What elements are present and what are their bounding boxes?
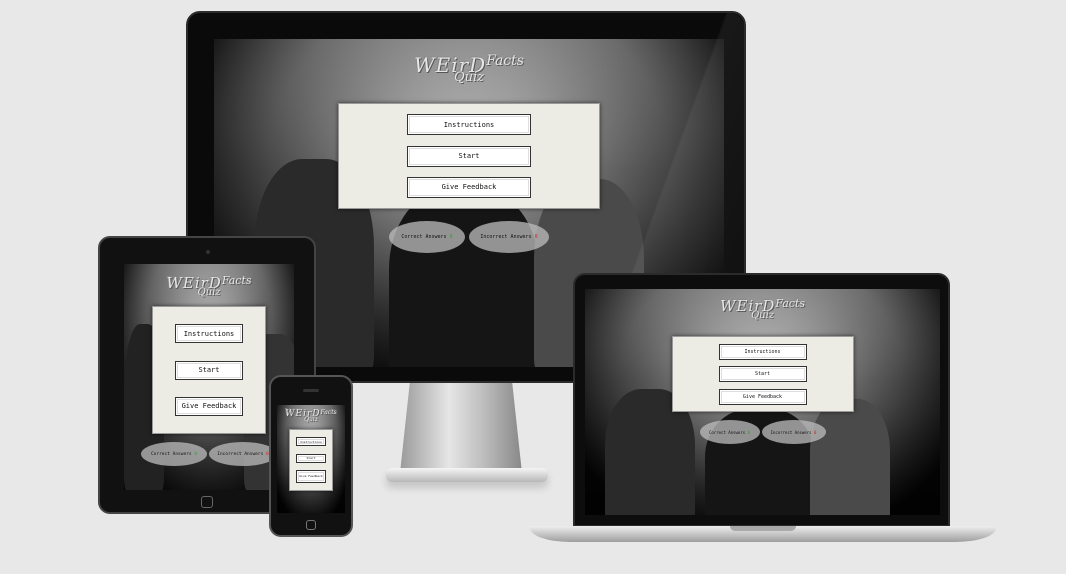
menu-panel: Instructions Start Give Feedback [289, 429, 333, 491]
monitor-stand [400, 383, 522, 473]
start-button[interactable]: Start [175, 360, 243, 380]
camera-icon [206, 250, 210, 254]
phone-screen: WEirDFacts Quiz Instructions Start Give … [277, 405, 345, 513]
give-feedback-button[interactable]: Give Feedback [296, 469, 326, 483]
incorrect-answers-badge: Incorrect Answers 0 [209, 442, 277, 466]
incorrect-answers-badge: Incorrect Answers 0 [761, 420, 826, 444]
correct-answers-badge: Correct Answers 0 [389, 221, 465, 253]
give-feedback-button[interactable]: Give Feedback [175, 396, 243, 416]
instructions-button[interactable]: Instructions [175, 324, 243, 344]
home-button-icon [201, 496, 213, 508]
score-row: Correct Answers 0 Incorrect Answers 0 [699, 420, 826, 444]
start-button[interactable]: Start [407, 145, 531, 167]
score-row: Correct Answers 0 Incorrect Answers 0 [389, 221, 549, 253]
instructions-button[interactable]: Instructions [407, 114, 531, 136]
correct-answers-badge: Correct Answers 0 [699, 420, 760, 444]
give-feedback-button[interactable]: Give Feedback [407, 176, 531, 198]
quiz-logo: WEirDFacts Quiz [414, 53, 524, 85]
menu-panel: Instructions Start Give Feedback [152, 306, 266, 434]
background-figure [810, 399, 890, 515]
laptop-screen: WEirDFacts Quiz Instructions Start Give … [585, 289, 940, 515]
quiz-logo: WEirDFacts Quiz [285, 409, 337, 423]
start-button[interactable]: Start [296, 453, 326, 463]
quiz-logo: WEirDFacts Quiz [719, 297, 806, 321]
laptop-notch [730, 526, 796, 531]
monitor-stand-base [386, 468, 548, 482]
menu-panel: Instructions Start Give Feedback [338, 103, 600, 209]
score-row: Correct Answers 0 Incorrect Answers 0 [141, 442, 277, 466]
give-feedback-button[interactable]: Give Feedback [718, 388, 807, 405]
menu-panel: Instructions Start Give Feedback [671, 336, 854, 412]
start-button[interactable]: Start [718, 366, 807, 382]
speaker-icon [303, 389, 319, 392]
correct-answers-badge: Correct Answers 0 [141, 442, 207, 466]
incorrect-answers-badge: Incorrect Answers 0 [469, 221, 549, 253]
quiz-logo: WEirDFacts Quiz [166, 274, 252, 298]
instructions-button[interactable]: Instructions [718, 343, 807, 360]
laptop-device: WEirDFacts Quiz Instructions Start Give … [573, 273, 950, 527]
background-figure [389, 189, 539, 367]
home-button-icon [306, 520, 316, 530]
phone-device: WEirDFacts Quiz Instructions Start Give … [269, 375, 353, 537]
instructions-button[interactable]: Instructions [296, 437, 326, 447]
